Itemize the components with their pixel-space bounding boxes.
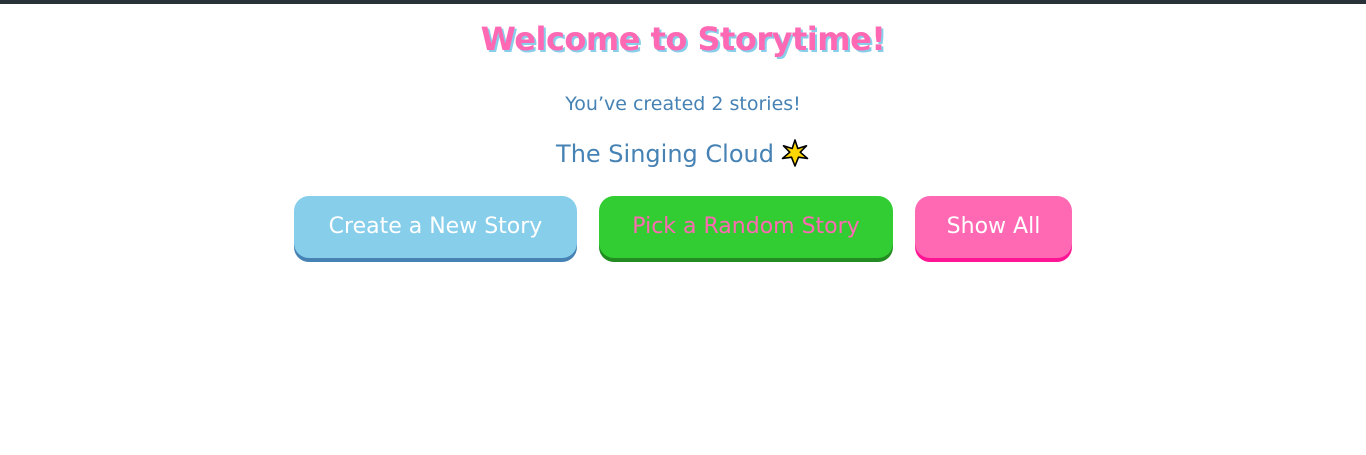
page-title: Welcome to Storytime! [480, 20, 886, 58]
current-story-title: The Singing Cloud [556, 140, 774, 168]
current-story-display: The Singing Cloud [0, 138, 1366, 170]
show-all-button[interactable]: Show All [915, 196, 1072, 258]
sparkle-star-icon [780, 138, 810, 168]
stories-created-message: You’ve created 2 stories! [565, 93, 801, 115]
storytime-page: Welcome to Storytime! You’ve created 2 s… [0, 4, 1366, 455]
create-new-story-button[interactable]: Create a New Story [294, 196, 577, 258]
pick-random-story-button[interactable]: Pick a Random Story [599, 196, 893, 258]
story-actions: Create a New Story Pick a Random Story S… [0, 196, 1366, 266]
